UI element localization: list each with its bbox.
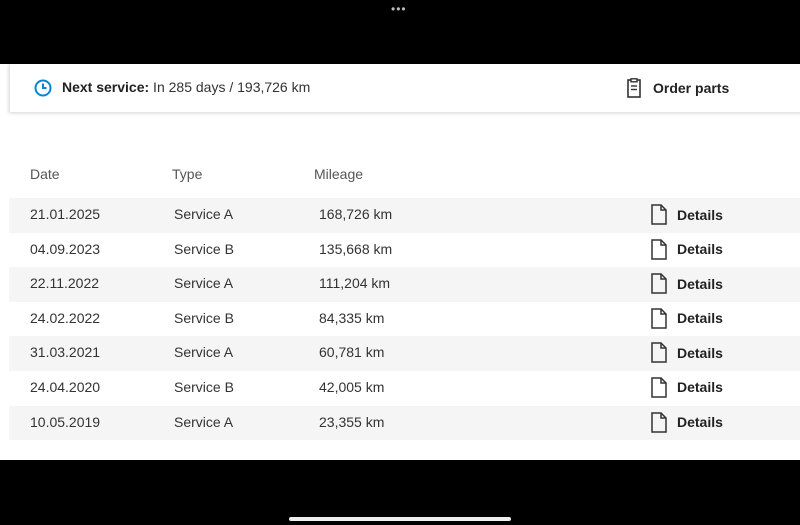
header-date: Date [30, 166, 60, 182]
header-type: Type [172, 166, 203, 182]
details-label: Details [677, 310, 723, 327]
service-mileage: 168,726 km [319, 206, 393, 222]
service-date: 22.11.2022 [30, 275, 100, 292]
document-icon [651, 377, 667, 398]
document-icon [651, 273, 667, 294]
document-icon [651, 308, 667, 329]
order-parts-label: Order parts [653, 80, 730, 96]
service-mileage: 42,005 km [319, 378, 385, 395]
next-service-card: Next service: In 285 days / 193,726 km O… [9, 64, 800, 112]
service-type: Service A [174, 206, 234, 222]
details-button[interactable]: Details [651, 273, 723, 294]
clock-icon [34, 79, 52, 97]
service-history-panel: Next service: In 285 days / 193,726 km O… [0, 64, 800, 460]
order-parts-button[interactable]: Order parts [627, 78, 729, 98]
bottom-bar [0, 460, 800, 525]
details-button[interactable]: Details [651, 342, 723, 364]
details-label: Details [677, 414, 723, 431]
details-button[interactable]: Details [651, 377, 723, 398]
service-type: Service B [174, 378, 234, 395]
service-type: Service A [174, 275, 234, 292]
service-mileage: 111,204 km [319, 275, 391, 292]
table-row: 04.09.2023 Service B 135,668 km Details [9, 233, 800, 268]
table-row: 21.01.2025 Service A 168,726 km Details [9, 198, 800, 233]
details-button[interactable]: Details [651, 308, 723, 329]
details-label: Details [677, 344, 723, 361]
details-label: Details [677, 241, 723, 258]
service-date: 04.09.2023 [30, 240, 101, 257]
multitasking-dots[interactable]: ••• [391, 3, 407, 15]
service-mileage: 84,335 km [319, 309, 385, 326]
document-icon [651, 411, 667, 433]
details-label: Details [677, 206, 723, 223]
service-history-table: Date Type Mileage 21.01.2025 Service A 168… [9, 164, 800, 441]
details-button[interactable]: Details [651, 204, 723, 225]
document-icon [651, 238, 667, 260]
service-date: 24.04.2020 [30, 378, 101, 395]
table-header: Date Type Mileage [9, 164, 800, 198]
details-label: Details [677, 379, 723, 396]
details-button[interactable]: Details [651, 238, 723, 260]
details-label: Details [677, 275, 723, 292]
service-date: 10.05.2019 [30, 413, 101, 430]
table-row: 24.02.2022 Service B 84,335 km Details [9, 302, 800, 337]
table-row: 22.11.2022 Service A 111,204 km Details [9, 267, 800, 302]
service-mileage: 60,781 km [319, 344, 385, 361]
next-service-label: Next service: [62, 79, 150, 95]
home-indicator[interactable] [289, 517, 511, 521]
table-body: 21.01.2025 Service A 168,726 km Details 04.0… [9, 198, 800, 441]
service-mileage: 135,668 km [319, 240, 393, 257]
next-service-info: Next service: In 285 days / 193,726 km [62, 79, 310, 95]
details-button[interactable]: Details [651, 411, 723, 433]
header-mileage: Mileage [314, 166, 364, 182]
service-type: Service A [174, 344, 234, 361]
document-icon [651, 204, 667, 225]
clipboard-icon [627, 78, 641, 98]
top-bar: ••• [0, 0, 800, 64]
table-row: 24.04.2020 Service B 42,005 km Details [9, 371, 800, 406]
service-type: Service A [174, 413, 234, 430]
service-type: Service B [174, 240, 234, 257]
service-date: 24.02.2022 [30, 309, 101, 326]
document-icon [651, 342, 667, 364]
service-type: Service B [174, 309, 234, 326]
service-mileage: 23,355 km [319, 413, 385, 430]
service-date: 21.01.2025 [30, 206, 101, 222]
table-row: 31.03.2021 Service A 60,781 km Details [9, 336, 800, 371]
table-row: 10.05.2019 Service A 23,355 km Details [9, 405, 800, 441]
service-date: 31.03.2021 [30, 344, 101, 361]
next-service-value: In 285 days / 193,726 km [149, 79, 311, 95]
